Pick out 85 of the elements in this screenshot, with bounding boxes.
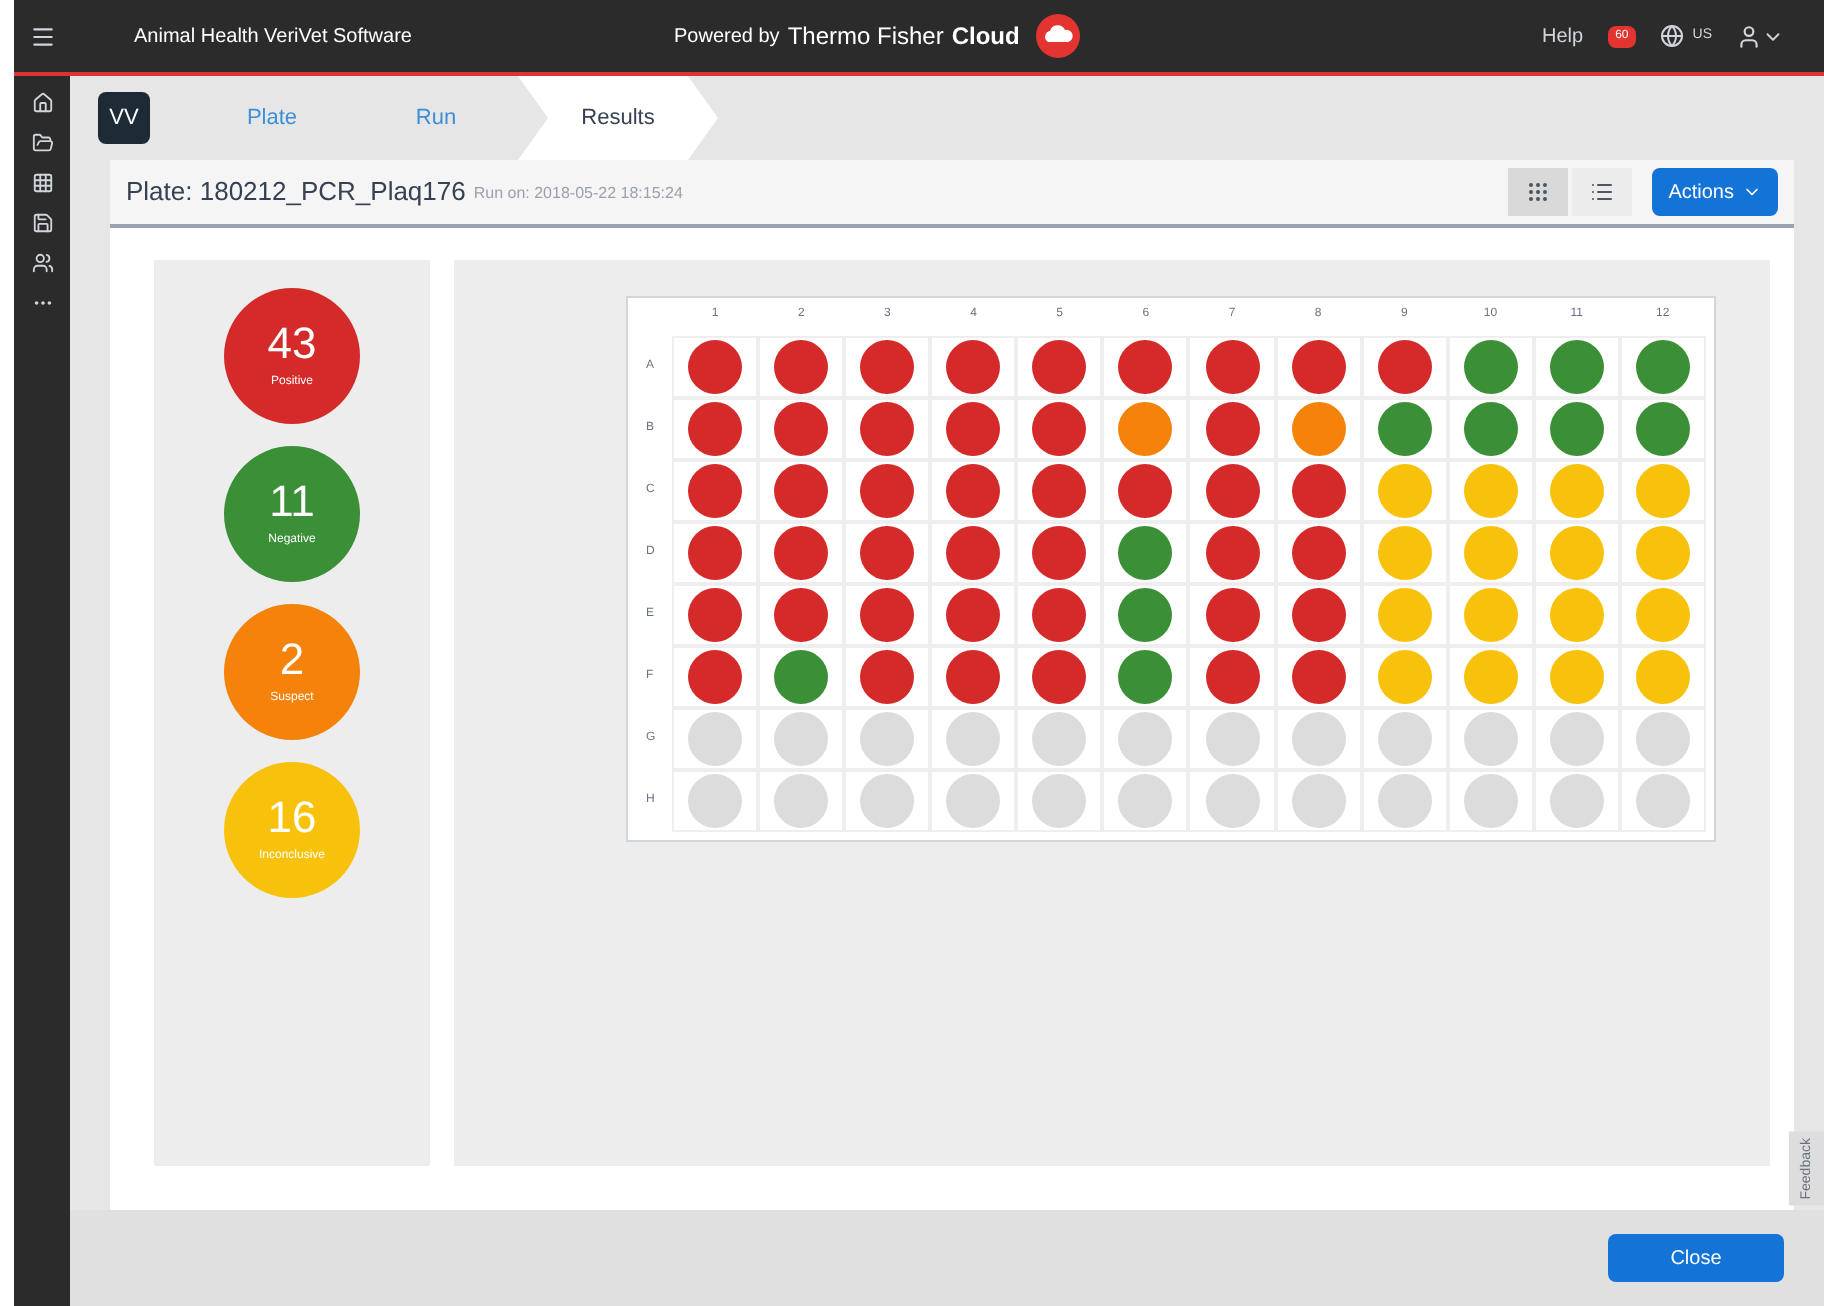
plate-well[interactable] bbox=[1016, 398, 1103, 460]
plate-well[interactable] bbox=[672, 336, 759, 398]
plate-well[interactable] bbox=[844, 336, 931, 398]
logo: VV bbox=[98, 92, 150, 144]
list-view-button[interactable] bbox=[1572, 168, 1633, 216]
plate-well[interactable] bbox=[844, 460, 931, 522]
grid-icon bbox=[1526, 180, 1551, 204]
plate-well[interactable] bbox=[1361, 398, 1448, 460]
plate-well[interactable] bbox=[758, 646, 845, 708]
plate-well[interactable] bbox=[1188, 398, 1276, 460]
plate-well[interactable] bbox=[1188, 584, 1276, 646]
step-tab[interactable]: Plate bbox=[190, 76, 354, 160]
actions-button[interactable]: Actions bbox=[1652, 168, 1778, 216]
plate-well[interactable] bbox=[1275, 398, 1362, 460]
plate-well[interactable] bbox=[1275, 522, 1362, 584]
plate-well[interactable] bbox=[930, 336, 1017, 398]
plate-well[interactable] bbox=[1361, 336, 1448, 398]
plate-well[interactable] bbox=[1275, 460, 1362, 522]
result-count: 2 bbox=[279, 637, 305, 681]
plate-well[interactable] bbox=[1275, 646, 1362, 708]
plate-well[interactable] bbox=[1016, 522, 1103, 584]
folder-icon[interactable] bbox=[31, 132, 53, 154]
plate-well[interactable] bbox=[1016, 584, 1103, 646]
globe-icon[interactable] bbox=[1660, 24, 1685, 48]
plate-well[interactable] bbox=[844, 584, 931, 646]
plate-well[interactable] bbox=[1447, 336, 1534, 398]
plate-name: Plate: 180212_PCR_Plaq176 bbox=[126, 174, 466, 211]
plate-well[interactable] bbox=[1188, 460, 1276, 522]
plate-well[interactable] bbox=[1102, 522, 1189, 584]
plate-well[interactable] bbox=[1275, 336, 1362, 398]
plate-well[interactable] bbox=[844, 522, 931, 584]
plate-well[interactable] bbox=[1533, 398, 1620, 460]
plate-well[interactable] bbox=[758, 398, 845, 460]
run-date: Run on: 2018-05-22 18:15:24 bbox=[473, 182, 683, 206]
grid-view-button[interactable] bbox=[1508, 168, 1569, 216]
plate-well[interactable] bbox=[844, 646, 931, 708]
step-tab[interactable]: Results bbox=[518, 76, 718, 160]
plate-well[interactable] bbox=[672, 584, 759, 646]
plate-well[interactable] bbox=[1275, 584, 1362, 646]
result-count: 11 bbox=[269, 479, 315, 523]
plate-well[interactable] bbox=[1619, 398, 1706, 460]
plate-well[interactable] bbox=[758, 460, 845, 522]
menu-icon[interactable] bbox=[29, 23, 55, 49]
close-button[interactable]: Close bbox=[1608, 1234, 1784, 1282]
plate-well[interactable] bbox=[1619, 336, 1706, 398]
app-title: Animal Health VeriVet Software bbox=[134, 23, 414, 51]
plate-well[interactable] bbox=[930, 460, 1017, 522]
plate-well[interactable] bbox=[758, 584, 845, 646]
plate-well[interactable] bbox=[1016, 646, 1103, 708]
plate-well[interactable] bbox=[844, 398, 931, 460]
plate-well[interactable] bbox=[930, 584, 1017, 646]
plate-well[interactable] bbox=[672, 460, 759, 522]
plate-well[interactable] bbox=[672, 398, 759, 460]
plate-well[interactable] bbox=[1102, 460, 1189, 522]
plate-well[interactable] bbox=[1188, 336, 1276, 398]
cloud-logo-icon bbox=[1035, 14, 1080, 58]
step-tab[interactable]: Run bbox=[354, 76, 518, 160]
plate-well[interactable] bbox=[1102, 584, 1189, 646]
brand-name: Thermo Fisher bbox=[787, 20, 944, 54]
user-icon[interactable] bbox=[1736, 23, 1762, 49]
result-count: 16 bbox=[267, 795, 317, 839]
plate-well[interactable] bbox=[1447, 398, 1534, 460]
plate-well[interactable] bbox=[1102, 336, 1189, 398]
help-link[interactable]: Help bbox=[1542, 21, 1584, 51]
plate-well[interactable] bbox=[672, 522, 759, 584]
home-icon[interactable] bbox=[31, 92, 53, 114]
save-icon[interactable] bbox=[31, 212, 53, 234]
plate-well[interactable] bbox=[1102, 398, 1189, 460]
cloud-text: Cloud bbox=[951, 20, 1020, 54]
plate-well[interactable] bbox=[930, 522, 1017, 584]
plate-well[interactable] bbox=[1102, 646, 1189, 708]
plate-well[interactable] bbox=[930, 646, 1017, 708]
plate-well[interactable] bbox=[1188, 522, 1276, 584]
plate-well[interactable] bbox=[758, 336, 845, 398]
plate-well[interactable] bbox=[1016, 460, 1103, 522]
result-count: 43 bbox=[267, 321, 317, 365]
powered-by-text: Powered by bbox=[674, 23, 780, 51]
plate-well[interactable] bbox=[1188, 646, 1276, 708]
plate-well[interactable] bbox=[1016, 336, 1103, 398]
plate-well[interactable] bbox=[1533, 336, 1620, 398]
users-icon[interactable] bbox=[31, 252, 53, 274]
plate-well[interactable] bbox=[672, 646, 759, 708]
plate-well[interactable] bbox=[758, 522, 845, 584]
plate-well[interactable] bbox=[930, 398, 1017, 460]
grid-icon[interactable] bbox=[31, 172, 53, 194]
